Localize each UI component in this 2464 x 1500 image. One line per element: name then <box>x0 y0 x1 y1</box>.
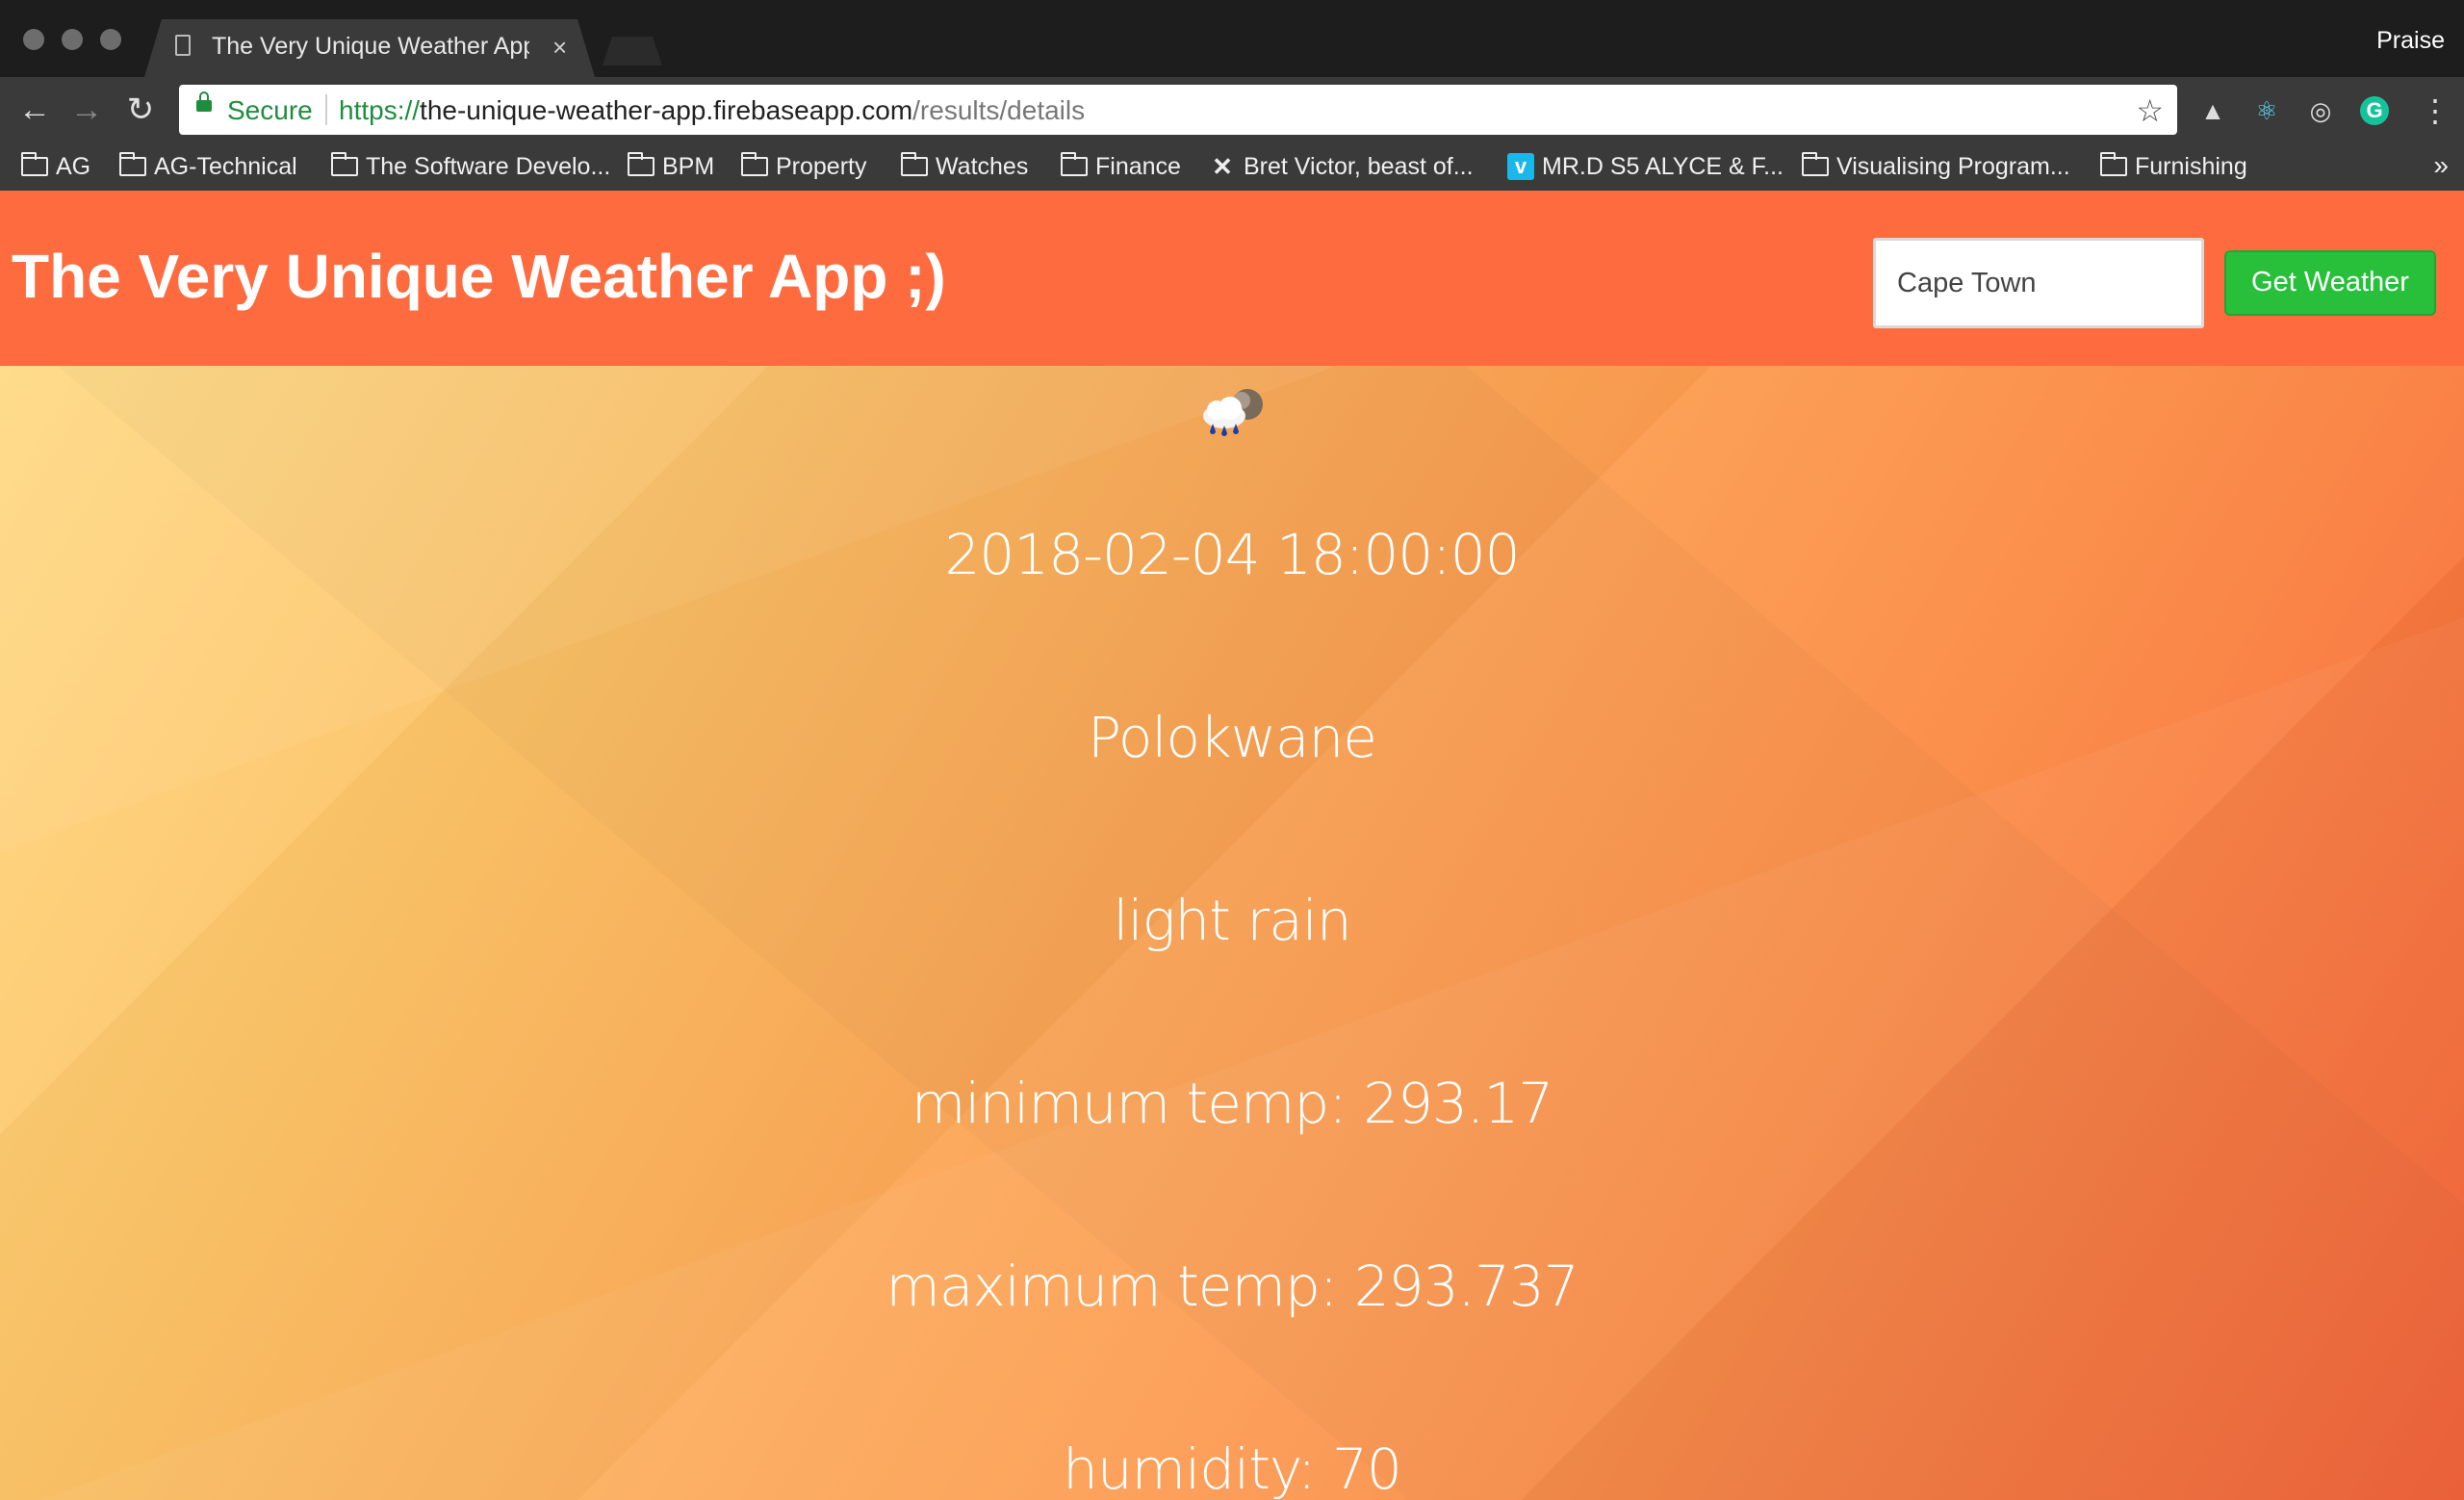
bookmark-watches[interactable]: Watches <box>901 150 1028 183</box>
folder-icon <box>2100 152 2127 176</box>
bookmark-label: Bret Victor, beast of... <box>1244 152 1474 180</box>
minimum-temperature: minimum temp: 293.17 <box>911 1071 1553 1136</box>
address-bar[interactable]: Secure https://the-unique-weather-app.fi… <box>179 85 2177 135</box>
browser-tab[interactable]: The Very Unique Weather App × <box>144 19 595 77</box>
bookmark-label: AG <box>56 152 91 180</box>
bookmark-bret-victor[interactable]: ✕ Bret Victor, beast of... <box>1209 150 1474 183</box>
folder-icon <box>1061 152 1088 176</box>
city-search-input[interactable] <box>1873 238 2204 328</box>
browser-title-bar: The Very Unique Weather App × Praise <box>0 0 2464 77</box>
bookmark-star-icon[interactable]: ☆ <box>2136 92 2164 129</box>
google-drive-icon[interactable]: ▲ <box>2198 96 2227 125</box>
tab-close-icon[interactable]: × <box>552 33 567 63</box>
city-name: Polokwane <box>1087 705 1377 770</box>
bookmark-label: BPM <box>662 152 715 180</box>
profile-name[interactable]: Praise <box>2376 27 2445 55</box>
url-host: the-unique-weather-app.firebaseapp.com <box>420 95 913 125</box>
weather-description: light rain <box>1113 888 1351 953</box>
bookmarks-bar: AG AG-Technical The Software Develo... B… <box>0 142 2464 192</box>
chrome-menu-icon[interactable]: ⋮ <box>2420 92 2451 129</box>
reload-icon[interactable]: ↻ <box>121 91 160 129</box>
bookmark-label: The Software Develo... <box>366 152 611 180</box>
bookmark-furnishing[interactable]: Furnishing <box>2100 150 2247 183</box>
bookmark-label: AG-Technical <box>154 152 297 180</box>
get-weather-button[interactable]: Get Weather <box>2224 250 2436 316</box>
bookmark-vimeo[interactable]: v MR.D S5 ALYCE & F... <box>1507 150 1784 183</box>
folder-icon <box>21 152 48 176</box>
browser-toolbar: ← → ↻ Secure https://the-unique-weather-… <box>0 77 2464 142</box>
bookmark-label: Watches <box>936 152 1029 180</box>
bookmark-software-developer[interactable]: The Software Develo... <box>331 150 610 183</box>
bookmark-finance[interactable]: Finance <box>1061 150 1181 183</box>
bookmark-visualising-programming[interactable]: Visualising Program... <box>1802 150 2070 183</box>
bookmark-label: Finance <box>1095 152 1181 180</box>
bookmark-ag[interactable]: AG <box>21 150 90 183</box>
close-window-icon[interactable] <box>23 29 44 50</box>
secure-label: Secure <box>227 95 313 125</box>
bookmark-label: Property <box>776 152 867 180</box>
url-path: /results/details <box>912 95 1086 125</box>
folder-icon <box>741 152 768 176</box>
new-tab-button[interactable] <box>603 37 662 65</box>
bookmark-bpm[interactable]: BPM <box>628 150 714 183</box>
page-document-icon <box>175 35 191 56</box>
folder-icon <box>901 152 928 176</box>
folder-icon <box>628 152 654 176</box>
maximum-temperature: maximum temp: 293.737 <box>886 1254 1578 1319</box>
bret-victor-icon: ✕ <box>1212 152 1233 181</box>
react-devtools-icon[interactable]: ⚛ <box>2252 96 2281 125</box>
tab-title: The Very Unique Weather App <box>212 33 529 60</box>
forecast-datetime: 2018-02-04 18:00:00 <box>944 522 1521 587</box>
light-rain-icon <box>1203 389 1263 436</box>
forward-arrow-icon[interactable]: → <box>67 91 106 129</box>
bookmark-label: Visualising Program... <box>1836 152 2070 180</box>
bookmark-ag-technical[interactable]: AG-Technical <box>119 150 297 183</box>
target-extension-icon[interactable]: ◎ <box>2306 96 2335 125</box>
grammarly-icon[interactable]: G <box>2360 96 2389 125</box>
app-title: The Very Unique Weather App ;) <box>12 242 946 311</box>
vimeo-icon: v <box>1507 153 1534 180</box>
more-bookmarks-icon[interactable]: » <box>2433 150 2449 181</box>
bookmark-label: Furnishing <box>2135 152 2247 180</box>
web-page: The Very Unique Weather App ;) Get Weath… <box>0 191 2464 1500</box>
folder-icon <box>331 152 358 176</box>
app-header: The Very Unique Weather App ;) Get Weath… <box>0 191 2464 366</box>
maximize-window-icon[interactable] <box>100 29 121 50</box>
url-scheme: https:// <box>339 95 421 125</box>
url-text[interactable]: https://the-unique-weather-app.firebasea… <box>339 95 1085 126</box>
folder-icon <box>1802 152 1829 176</box>
lock-icon <box>196 91 212 112</box>
bookmark-property[interactable]: Property <box>741 150 866 183</box>
folder-icon <box>119 152 146 176</box>
back-arrow-icon[interactable]: ← <box>15 91 54 129</box>
humidity: humidity: 70 <box>1063 1436 1402 1500</box>
bookmark-label: MR.D S5 ALYCE & F... <box>1542 152 1784 180</box>
address-separator <box>325 94 327 125</box>
minimize-window-icon[interactable] <box>62 29 83 50</box>
